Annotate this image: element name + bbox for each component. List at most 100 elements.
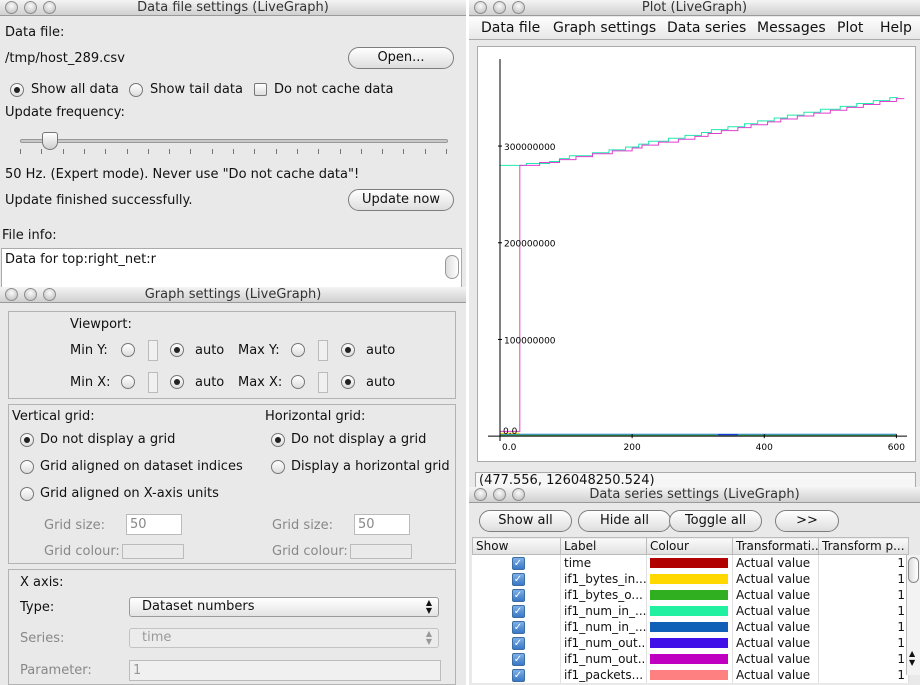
param-cell[interactable]: 1: [818, 666, 909, 683]
v-grid-colour-swatch[interactable]: [122, 544, 184, 559]
label-cell[interactable]: time: [560, 554, 647, 571]
h-grid-size-input[interactable]: 50: [354, 514, 410, 535]
transform-cell[interactable]: Actual value: [732, 602, 819, 619]
v-grid-indices-radio[interactable]: [20, 460, 34, 474]
h-grid-radio[interactable]: [271, 460, 285, 474]
transform-cell[interactable]: Actual value: [732, 634, 819, 651]
min-x-auto-radio[interactable]: [170, 375, 184, 389]
colour-cell[interactable]: [646, 602, 733, 619]
do-not-cache-checkbox[interactable]: [254, 83, 267, 96]
minimize-icon[interactable]: [493, 1, 506, 14]
show-checkbox[interactable]: ✓: [511, 557, 525, 571]
table-row[interactable]: ✓ if1_bytes_in... Actual value 1: [472, 570, 909, 587]
v-grid-xunits-radio[interactable]: [20, 487, 34, 501]
scroll-arrows-icon[interactable]: ▲ ▼: [909, 649, 915, 667]
show-all-data-radio[interactable]: [10, 83, 24, 97]
h-no-grid-radio[interactable]: [271, 433, 285, 447]
colour-swatch[interactable]: [650, 558, 728, 569]
colour-swatch[interactable]: [650, 638, 728, 648]
colour-cell[interactable]: [646, 618, 733, 635]
toggle-all-button[interactable]: Toggle all: [669, 510, 762, 532]
show-checkbox[interactable]: ✓: [511, 589, 525, 602]
table-row[interactable]: ✓ if1_bytes_o... Actual value 1: [472, 586, 909, 603]
scrollbar[interactable]: [445, 255, 459, 279]
slider-thumb[interactable]: [41, 132, 58, 150]
update-now-button[interactable]: Update now: [348, 189, 454, 211]
label-cell[interactable]: if1_num_in_...: [560, 618, 647, 635]
expand-button[interactable]: >>: [775, 510, 839, 532]
colour-swatch[interactable]: [650, 670, 728, 680]
minimize-icon[interactable]: [24, 1, 37, 14]
show-checkbox[interactable]: ✓: [511, 605, 525, 618]
transform-cell[interactable]: Actual value: [732, 666, 819, 683]
colour-cell[interactable]: [646, 570, 733, 587]
parameter-input[interactable]: 1: [129, 660, 441, 681]
colour-swatch[interactable]: [650, 622, 728, 632]
min-x-input[interactable]: [148, 372, 158, 393]
max-x-value-radio[interactable]: [291, 375, 305, 389]
min-y-input[interactable]: [148, 340, 158, 361]
hide-all-button[interactable]: Hide all: [578, 510, 671, 532]
menu-messages[interactable]: Messages: [757, 20, 826, 36]
colour-cell[interactable]: [646, 634, 733, 651]
update-frequency-slider[interactable]: [20, 128, 448, 156]
min-y-value-radio[interactable]: [121, 343, 135, 357]
label-cell[interactable]: if1_bytes_in...: [560, 570, 647, 587]
label-cell[interactable]: if1_packets...: [560, 666, 647, 683]
show-cell[interactable]: ✓: [472, 570, 561, 587]
show-checkbox[interactable]: ✓: [511, 621, 525, 634]
x-axis-series-select[interactable]: time ▲ ▼: [129, 628, 439, 648]
minimize-icon[interactable]: [493, 488, 506, 501]
column-show[interactable]: Show: [472, 537, 561, 555]
show-cell[interactable]: ✓: [472, 554, 561, 571]
min-x-value-radio[interactable]: [121, 375, 135, 389]
show-cell[interactable]: ✓: [472, 586, 561, 603]
show-checkbox[interactable]: ✓: [511, 637, 525, 650]
show-cell[interactable]: ✓: [472, 650, 561, 667]
show-checkbox[interactable]: ✓: [511, 573, 525, 586]
show-cell[interactable]: ✓: [472, 618, 561, 635]
colour-swatch[interactable]: [650, 590, 728, 600]
column-colour[interactable]: Colour: [646, 537, 733, 555]
table-row[interactable]: ✓ time Actual value 1: [472, 554, 909, 571]
show-cell[interactable]: ✓: [472, 634, 561, 651]
label-cell[interactable]: if1_num_out...: [560, 634, 647, 651]
show-checkbox[interactable]: ✓: [511, 653, 525, 666]
column-label[interactable]: Label: [560, 537, 647, 555]
max-y-value-radio[interactable]: [291, 343, 305, 357]
transform-cell[interactable]: Actual value: [732, 650, 819, 667]
label-cell[interactable]: if1_num_in_...: [560, 602, 647, 619]
menu-plot[interactable]: Plot: [837, 20, 863, 36]
table-row[interactable]: ✓ if1_num_in_... Actual value 1: [472, 602, 909, 619]
plot-canvas[interactable]: 100000000 200000000 300000000 0.0 200 400 600 0…: [477, 46, 916, 462]
menu-help[interactable]: Help: [880, 20, 912, 36]
param-cell[interactable]: 1: [818, 602, 909, 619]
transform-cell[interactable]: Actual value: [732, 570, 819, 587]
v-no-grid-radio[interactable]: [20, 433, 34, 447]
column-transform-param[interactable]: Transform p...: [818, 537, 909, 555]
zoom-icon[interactable]: [43, 1, 56, 14]
column-transformation[interactable]: Transformati...: [732, 537, 819, 555]
zoom-icon[interactable]: [512, 1, 525, 14]
param-cell[interactable]: 1: [818, 570, 909, 587]
show-cell[interactable]: ✓: [472, 666, 561, 683]
table-row[interactable]: ✓ if1_num_out... Actual value 1: [472, 650, 909, 667]
max-y-auto-radio[interactable]: [341, 343, 355, 357]
close-icon[interactable]: [5, 1, 18, 14]
file-info-textarea[interactable]: Data for top:right_net:r: [1, 248, 462, 288]
menu-graph-settings[interactable]: Graph settings: [553, 20, 656, 36]
x-axis-type-select[interactable]: Dataset numbers ▲ ▼: [129, 597, 439, 617]
transform-cell[interactable]: Actual value: [732, 554, 819, 571]
max-y-input[interactable]: [318, 340, 328, 361]
table-scrollbar[interactable]: ▲ ▼: [906, 555, 920, 675]
show-all-button[interactable]: Show all: [479, 510, 572, 532]
colour-swatch[interactable]: [650, 606, 728, 616]
table-row[interactable]: ✓ if1_packets... Actual value 1: [472, 666, 909, 683]
param-cell[interactable]: 1: [818, 634, 909, 651]
menu-data-file[interactable]: Data file: [481, 20, 540, 36]
min-y-auto-radio[interactable]: [170, 343, 184, 357]
close-icon[interactable]: [5, 288, 18, 301]
v-grid-size-input[interactable]: 50: [126, 514, 182, 535]
param-cell[interactable]: 1: [818, 554, 909, 571]
menu-data-series[interactable]: Data series: [667, 20, 746, 36]
